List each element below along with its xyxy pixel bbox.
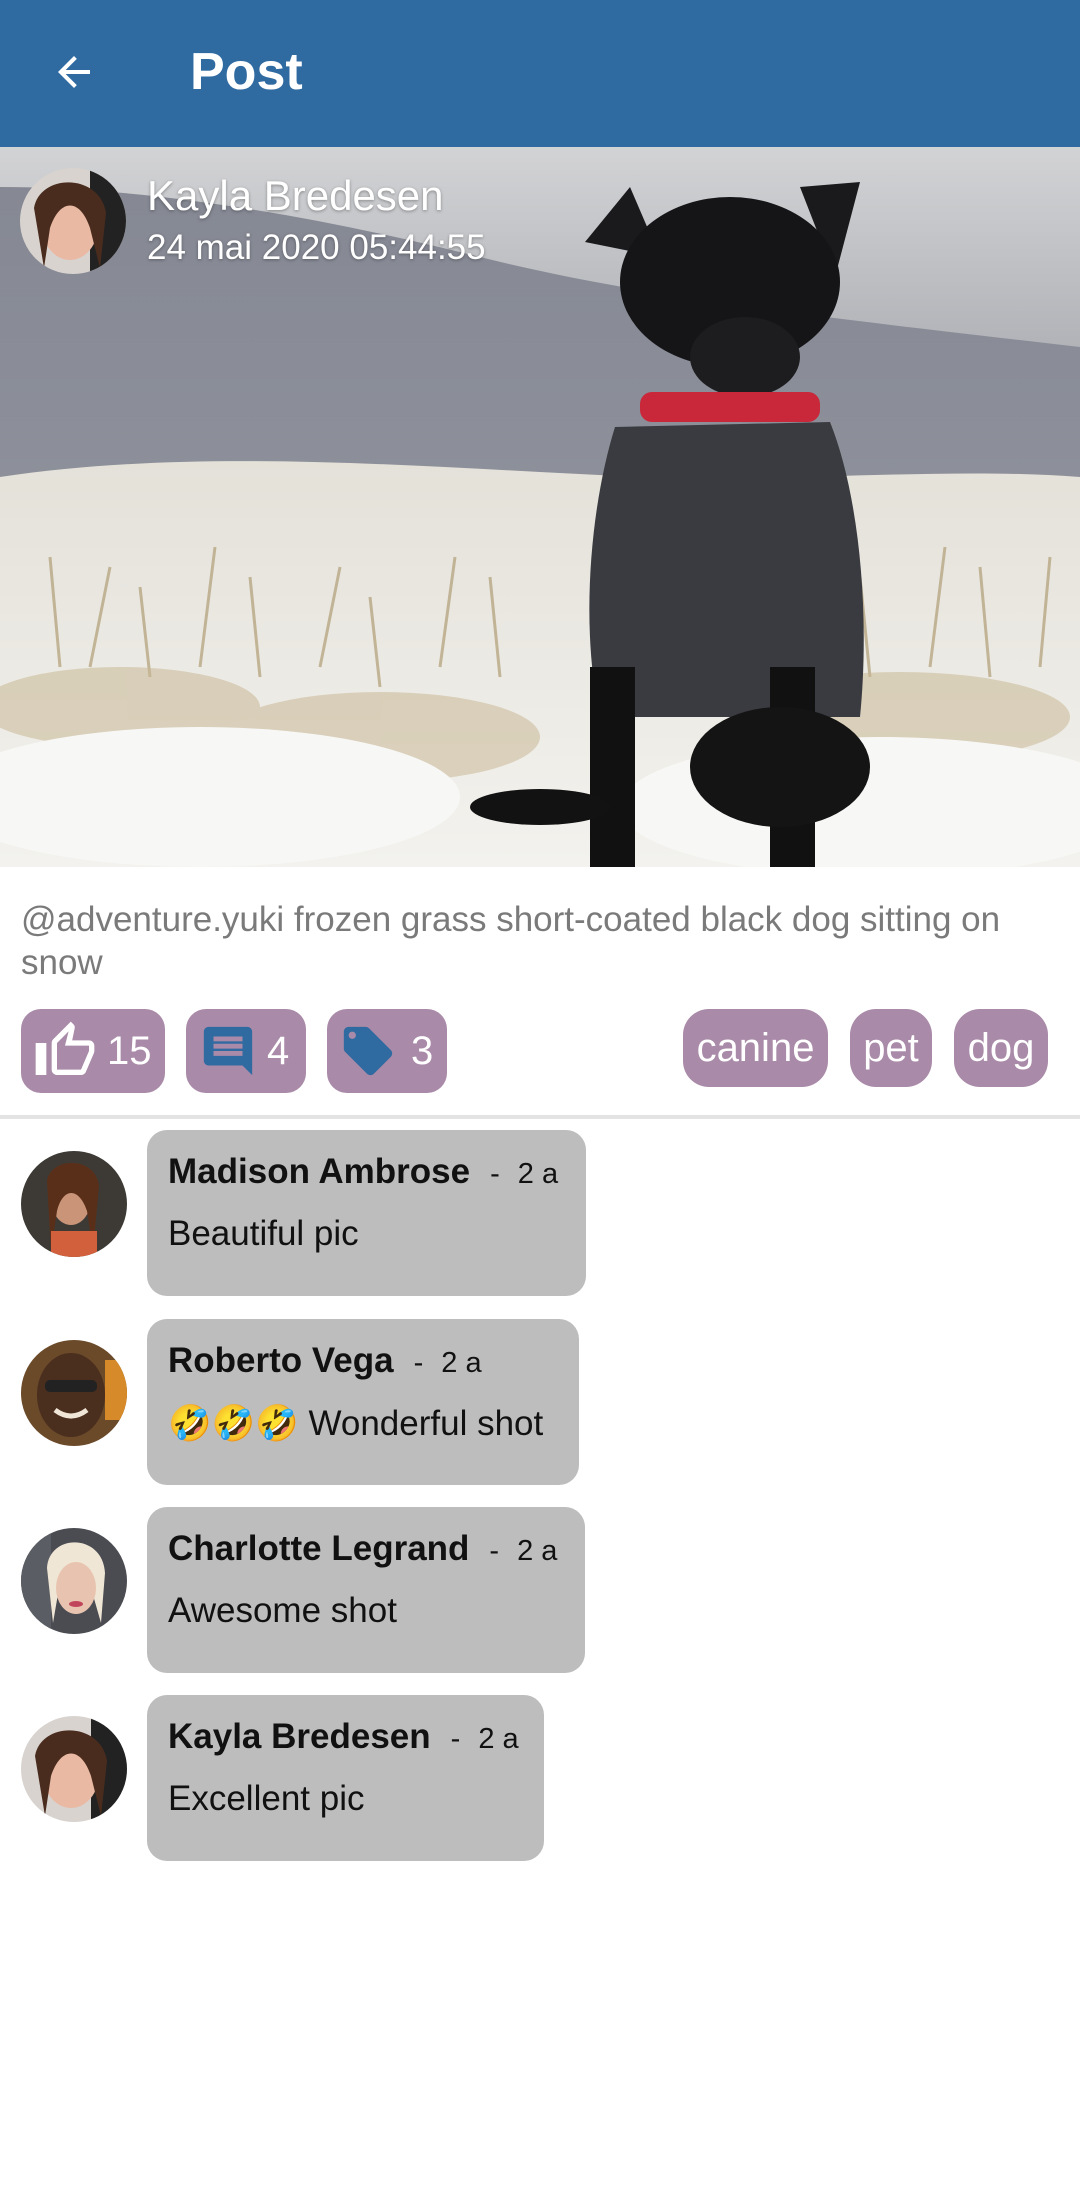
tag-icon: [339, 1022, 397, 1080]
back-button[interactable]: [38, 36, 110, 108]
post-author-name[interactable]: Kayla Bredesen: [147, 172, 444, 220]
comment-bubble: Madison Ambrose - 2 a Beautiful pic: [147, 1130, 586, 1296]
thumbs-up-icon: [33, 1019, 97, 1083]
comment-bubble: Charlotte Legrand - 2 a Awesome shot: [147, 1507, 585, 1673]
comment-author[interactable]: Kayla Bredesen: [168, 1717, 431, 1757]
comment-time: 2 a: [478, 1723, 519, 1755]
comment-separator: -: [450, 1723, 461, 1755]
comment-text: 🤣🤣🤣 Wonderful shot: [168, 1404, 544, 1443]
comment-author[interactable]: Charlotte Legrand: [168, 1529, 469, 1569]
commenter-avatar[interactable]: [21, 1528, 127, 1634]
comment-separator: -: [490, 1158, 500, 1190]
comment-time: 2 a: [441, 1347, 482, 1379]
arrow-back-icon: [58, 56, 90, 88]
tag-chip-pet[interactable]: pet: [850, 1009, 932, 1087]
comment-count: 4: [267, 1028, 290, 1073]
comment-text: Excellent pic: [168, 1779, 365, 1818]
comment-time: 2 a: [517, 1535, 558, 1567]
app-bar: Post: [0, 0, 1080, 147]
commenter-avatar[interactable]: [21, 1151, 127, 1257]
tags-button[interactable]: 3: [327, 1009, 447, 1093]
like-count: 15: [107, 1028, 152, 1073]
tag-count: 3: [411, 1028, 434, 1073]
commenter-avatar[interactable]: [21, 1716, 127, 1822]
page-title: Post: [190, 43, 303, 101]
tag-chip-canine[interactable]: canine: [683, 1009, 828, 1087]
post-date: 24 mai 2020 05:44:55: [147, 228, 486, 267]
comment-author[interactable]: Madison Ambrose: [168, 1152, 470, 1192]
comment-separator: -: [489, 1535, 500, 1567]
comment-time: 2 a: [517, 1158, 559, 1190]
post-caption: @adventure.yuki frozen grass short-coate…: [21, 900, 1001, 982]
comment-separator: -: [413, 1347, 424, 1379]
comment-icon: [199, 1022, 257, 1080]
comment-author[interactable]: Roberto Vega: [168, 1341, 394, 1381]
comments-button[interactable]: 4: [186, 1009, 306, 1093]
commenter-avatar[interactable]: [21, 1340, 127, 1446]
author-avatar[interactable]: [20, 168, 126, 274]
comment-text: Awesome shot: [168, 1591, 397, 1630]
like-button[interactable]: 15: [21, 1009, 165, 1093]
tag-chip-dog[interactable]: dog: [954, 1009, 1048, 1087]
comment-bubble: Roberto Vega - 2 a 🤣🤣🤣 Wonderful shot: [147, 1319, 579, 1485]
comment-bubble: Kayla Bredesen - 2 a Excellent pic: [147, 1695, 544, 1861]
comment-text: Beautiful pic: [168, 1214, 359, 1253]
divider: [0, 1115, 1080, 1119]
